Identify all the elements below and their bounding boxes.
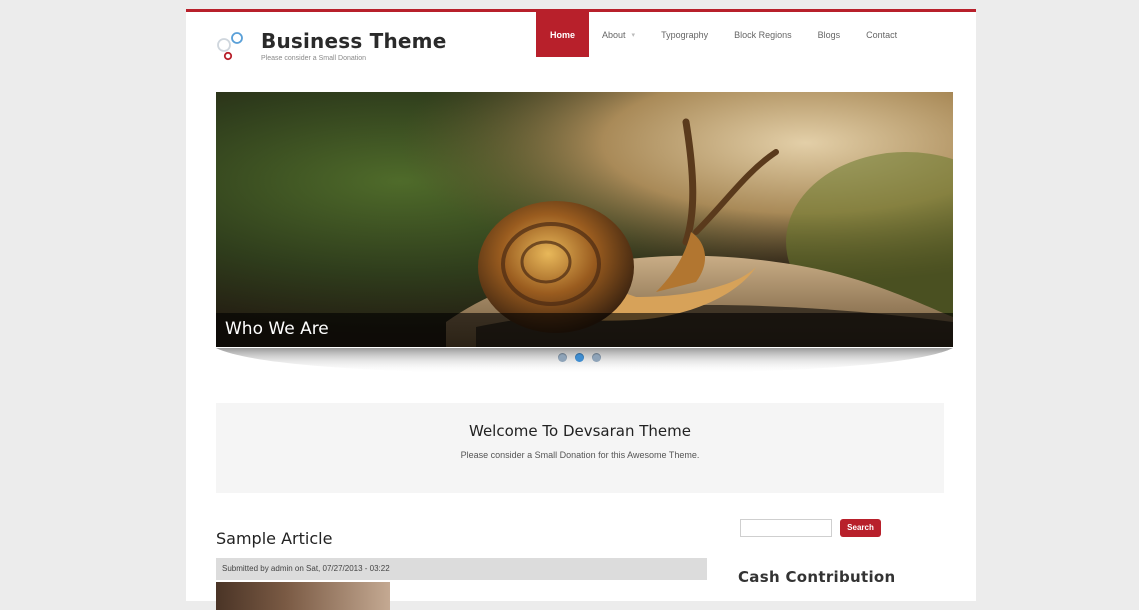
welcome-title: Welcome To Devsaran Theme	[469, 422, 691, 440]
slide-caption-bar: Who We Are	[216, 313, 953, 347]
nav-label: About	[602, 29, 626, 40]
site-tagline: Please consider a Small Donation	[261, 55, 367, 62]
nav-item-contact[interactable]: Contact	[853, 12, 910, 57]
snail-on-rock-image	[216, 92, 953, 347]
nav-item-about[interactable]: About ▾	[589, 12, 648, 57]
nav-item-block-regions[interactable]: Block Regions	[721, 12, 805, 57]
slide-caption: Who We Are	[225, 319, 329, 339]
slider-dot[interactable]	[592, 353, 601, 362]
welcome-block: Welcome To Devsaran Theme Please conside…	[216, 403, 944, 493]
bubbles-logo-icon[interactable]	[216, 30, 246, 64]
nav-label: Blogs	[817, 29, 841, 40]
page-container: Business Theme Please consider a Small D…	[186, 9, 976, 610]
nav-label: Contact	[866, 29, 898, 40]
search-input[interactable]	[740, 519, 832, 537]
article-image	[216, 582, 390, 610]
nav-label: Typography	[661, 29, 709, 40]
slider-dot-active[interactable]	[575, 353, 584, 362]
nav-item-blogs[interactable]: Blogs	[805, 12, 854, 57]
welcome-subtitle: Please consider a Small Donation for thi…	[460, 450, 700, 460]
hero-slider[interactable]: Who We Are	[216, 92, 953, 347]
main-nav: Home About ▾ Typography Block Regions Blo…	[536, 12, 910, 57]
sidebar-block-title: Cash Contribution	[738, 568, 896, 586]
nav-label: Block Regions	[734, 29, 792, 40]
chevron-down-icon: ▾	[631, 31, 636, 39]
search-button[interactable]: Search	[840, 519, 881, 537]
nav-label: Home	[550, 29, 576, 40]
article-meta: Submitted by admin on Sat, 07/27/2013 - …	[216, 558, 707, 580]
nav-item-typography[interactable]: Typography	[648, 12, 721, 57]
slider-dot[interactable]	[558, 353, 567, 362]
site-title[interactable]: Business Theme	[261, 29, 446, 53]
slider-pager	[558, 353, 601, 362]
article-title[interactable]: Sample Article	[216, 529, 332, 548]
nav-item-home[interactable]: Home	[536, 12, 590, 57]
